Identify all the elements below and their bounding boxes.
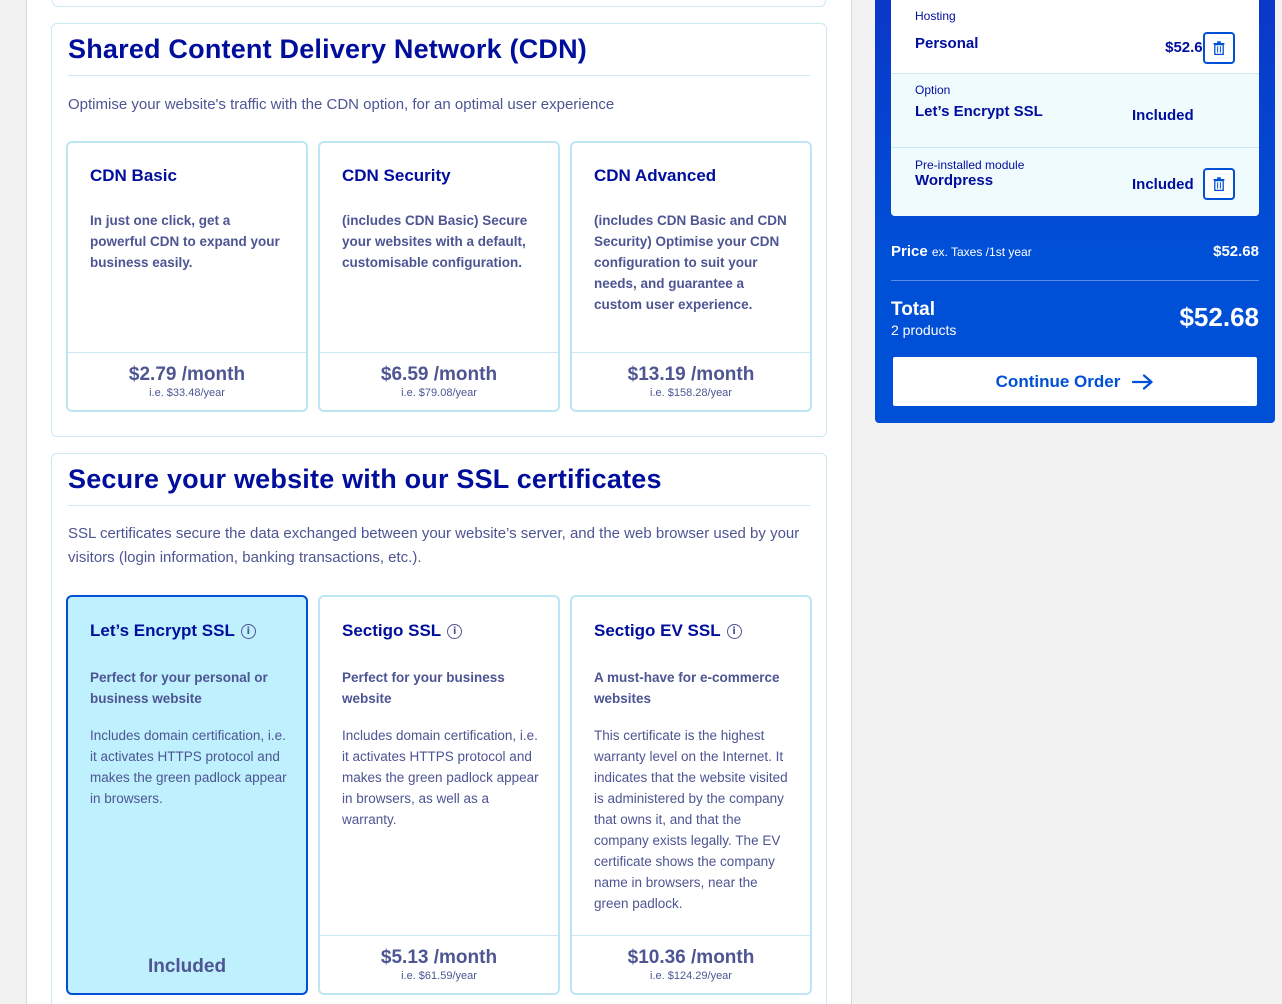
price-monthly: $2.79 /month: [128, 364, 246, 385]
card-lead: Perfect for your business website: [342, 670, 505, 706]
total-value: $52.68: [1179, 302, 1259, 332]
cart-item-category: Option: [915, 83, 951, 97]
ssl-section: Secure your website with our SSL certifi…: [51, 453, 827, 1004]
product-count: 2 products: [891, 322, 957, 338]
cdn-section-description: Optimise your website's traffic with the…: [68, 96, 615, 113]
cart-item-category: Pre-installed module: [915, 158, 1025, 172]
ssl-section-description: SSL certificates secure the data exchang…: [68, 525, 800, 566]
trash-icon: [1213, 41, 1225, 55]
ssl-card-sectigo-ev[interactable]: Sectigo EV SSL i A must-have for e-comme…: [570, 595, 812, 995]
card-price: $5.13 /month i.e. $61.59/year: [320, 935, 558, 993]
price-monthly: $10.36 /month: [627, 947, 755, 968]
cart-item-hosting: Hosting Personal $52.68: [891, 0, 1259, 73]
price-yearly: i.e. $124.29/year: [650, 970, 732, 982]
price-note: ex. Taxes /1st year: [931, 245, 1032, 259]
cdn-card-basic[interactable]: CDN Basic In just one click, get a power…: [66, 141, 308, 412]
ssl-section-divider: [68, 505, 810, 506]
cdn-card-advanced[interactable]: CDN Advanced (includes CDN Basic and CDN…: [570, 141, 812, 412]
cdn-section-divider: [68, 75, 810, 76]
cart-item-status: Included: [1132, 107, 1194, 124]
remove-module-button[interactable]: [1203, 168, 1235, 200]
card-title: Let’s Encrypt SSL i: [90, 621, 256, 641]
card-price: $2.79 /month i.e. $33.48/year: [68, 352, 306, 410]
info-icon[interactable]: i: [447, 623, 463, 639]
card-price: $13.19 /month i.e. $158.28/year: [572, 352, 810, 410]
card-description: In just one click, get a powerful CDN to…: [90, 213, 280, 270]
continue-order-label: Continue Order: [995, 371, 1121, 391]
cdn-section-title: Shared Content Delivery Network (CDN): [68, 34, 587, 64]
cart-item-name: Let’s Encrypt SSL: [915, 103, 1043, 120]
divider: [891, 280, 1259, 281]
trash-icon: [1213, 177, 1225, 191]
included-label: Included: [147, 956, 227, 977]
card-lead: A must-have for e-commerce websites: [594, 670, 780, 706]
price-value: $52.68: [1213, 243, 1259, 260]
price-yearly: i.e. $79.08/year: [401, 387, 477, 399]
arrow-right-icon: [1132, 373, 1153, 390]
cart-item-option: Option Let’s Encrypt SSL Included: [891, 74, 1259, 147]
order-summary: Hosting Personal $52.68 Option Let’s Enc…: [875, 0, 1275, 423]
cart-item-module: Pre-installed module Wordpress Included: [891, 148, 1259, 216]
card-title: Sectigo SSL i: [342, 621, 463, 641]
price-yearly: i.e. $158.28/year: [650, 387, 732, 399]
total-label: Total: [891, 299, 935, 320]
price-yearly: i.e. $33.48/year: [149, 387, 225, 399]
info-icon[interactable]: i: [240, 623, 256, 639]
price-monthly: $13.19 /month: [627, 364, 755, 385]
card-price: $10.36 /month i.e. $124.29/year: [572, 935, 810, 993]
card-price: $6.59 /month i.e. $79.08/year: [320, 352, 558, 410]
cart-item-category: Hosting: [915, 9, 956, 23]
info-icon[interactable]: i: [726, 623, 742, 639]
cart-items: Hosting Personal $52.68 Option Let’s Enc…: [891, 0, 1259, 216]
card-title: Sectigo EV SSL i: [594, 621, 742, 641]
ssl-section-title: Secure your website with our SSL certifi…: [68, 464, 662, 494]
card-lead: Perfect for your personal or business we…: [90, 670, 268, 706]
previous-section-box: [52, 0, 826, 7]
price-yearly: i.e. $61.59/year: [401, 970, 477, 982]
price-monthly: $5.13 /month: [380, 947, 498, 968]
cdn-section: Shared Content Delivery Network (CDN) Op…: [51, 23, 827, 437]
ssl-card-lets-encrypt[interactable]: Let’s Encrypt SSL i Perfect for your per…: [66, 595, 308, 995]
continue-order-button[interactable]: Continue Order: [891, 355, 1259, 408]
price-label: Price ex. Taxes /1st year: [891, 243, 1032, 260]
page-gutter: [0, 0, 27, 1004]
card-description: (includes CDN Basic and CDN Security) Op…: [594, 213, 787, 312]
ssl-card-sectigo[interactable]: Sectigo SSL i Perfect for your business …: [318, 595, 560, 995]
card-description: Includes domain certification, i.e. it a…: [90, 728, 287, 806]
cart-item-status: Included: [1132, 176, 1194, 193]
card-title: CDN Advanced: [594, 166, 717, 185]
cdn-card-security[interactable]: CDN Security (includes CDN Basic) Secure…: [318, 141, 560, 412]
card-title: CDN Basic: [90, 166, 177, 185]
cart-item-name: Wordpress: [915, 172, 994, 189]
card-description: (includes CDN Basic) Secure your website…: [342, 213, 528, 270]
price-monthly: $6.59 /month: [380, 364, 498, 385]
remove-hosting-button[interactable]: [1203, 32, 1235, 64]
card-description: This certificate is the highest warranty…: [594, 728, 788, 911]
card-description: Includes domain certification, i.e. it a…: [342, 728, 539, 827]
cart-item-name: Personal: [915, 35, 979, 52]
card-title: CDN Security: [342, 166, 451, 185]
